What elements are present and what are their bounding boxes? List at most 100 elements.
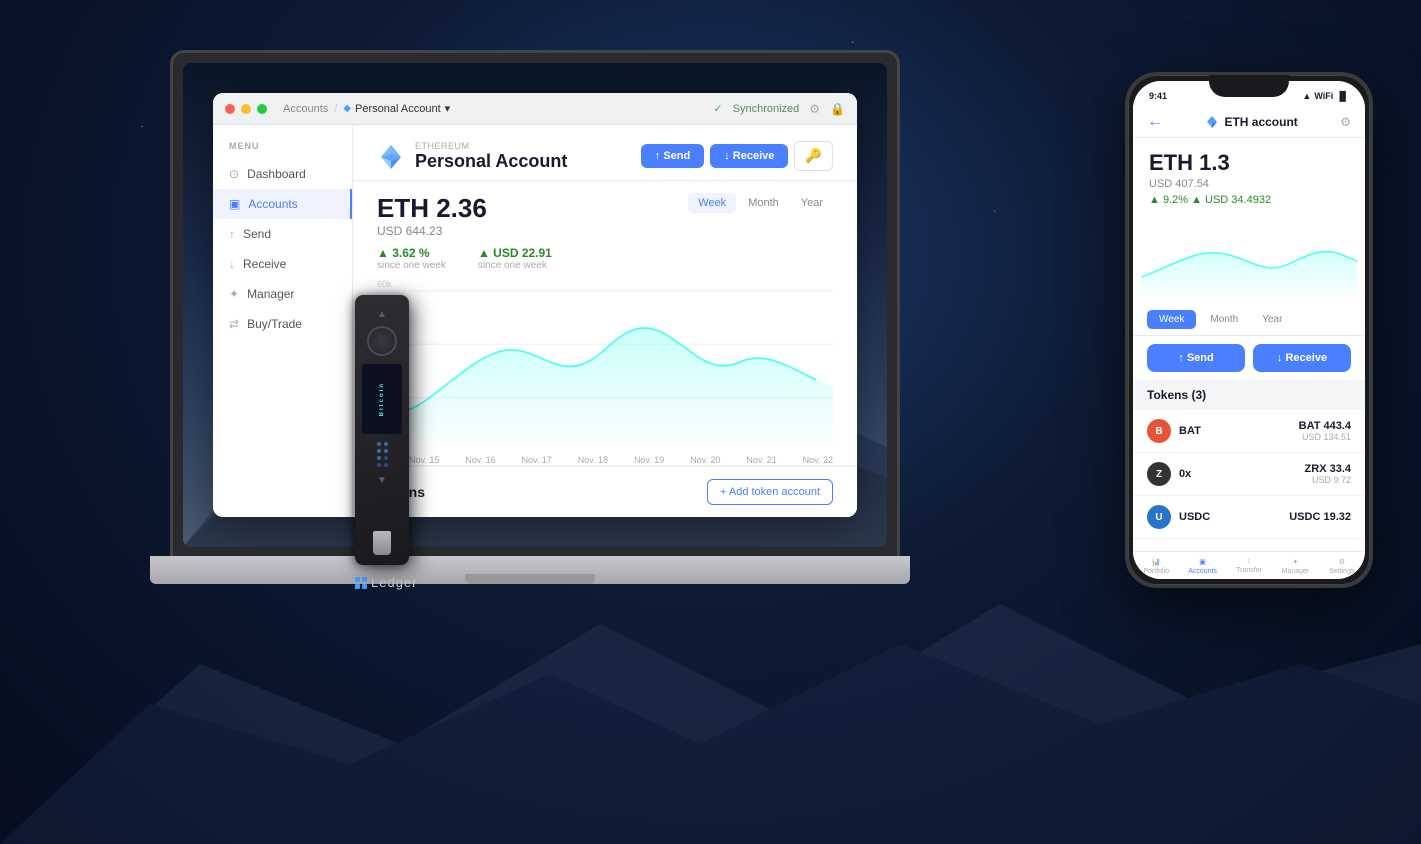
bat-token-values: BAT 443.4 USD 134.51 <box>1299 420 1351 442</box>
bat-token-name: BAT <box>1179 425 1201 437</box>
eth-breadcrumb-icon: ◆ <box>343 103 351 114</box>
device-dot <box>377 463 381 467</box>
nav-item-transfer[interactable]: ↕ Transfer <box>1226 558 1272 575</box>
phone-chart-svg <box>1141 222 1357 297</box>
laptop-base <box>150 556 910 584</box>
chart-tab-month[interactable]: Month <box>738 193 789 213</box>
phone-time: 9:41 <box>1149 91 1167 101</box>
stats-row: ▲ 3.62 % since one week ▲ USD 22.91 sinc… <box>377 238 833 279</box>
device-dot <box>384 456 388 460</box>
phone-wrapper: 9:41 ▲ WiFi ▐▌ ← ETH account <box>1125 72 1373 588</box>
phone-chart-tabs: Week Month Year <box>1133 306 1365 336</box>
coin-label: ETHEREUM <box>415 141 567 151</box>
nav-item-manager[interactable]: ✦ Manager <box>1272 558 1318 575</box>
device-dot <box>377 442 381 446</box>
phone-settings-icon[interactable]: ⚙ <box>1340 115 1351 129</box>
sidebar-item-receive[interactable]: ↓ Receive <box>213 249 352 279</box>
phone-tab-week[interactable]: Week <box>1147 310 1196 329</box>
stat-pct: ▲ 3.62 % since one week <box>377 246 446 271</box>
balance-row: ETH 2.36 USD 644.23 Week Month Year <box>377 193 833 238</box>
phone-send-button[interactable]: ↑ Send <box>1147 344 1245 372</box>
usdc-amount: USDC 19.32 <box>1289 511 1351 523</box>
device-dot <box>384 442 388 446</box>
device-main-button[interactable] <box>367 326 397 356</box>
minimize-button[interactable] <box>241 104 251 114</box>
phone-receive-button[interactable]: ↓ Receive <box>1253 344 1351 372</box>
device-up-icon[interactable]: ▲ <box>377 309 387 320</box>
device-dot <box>377 449 381 453</box>
sidebar-item-accounts[interactable]: ▣ Accounts <box>213 189 352 219</box>
app-window: Accounts / ◆ Personal Account ▾ ✓ Synchr… <box>213 93 857 517</box>
traffic-lights <box>225 104 267 114</box>
chart-tabs: Week Month Year <box>688 193 833 213</box>
phone-title: ETH account <box>1205 115 1297 129</box>
phone-title-text: ETH account <box>1224 115 1297 129</box>
phone-back-button[interactable]: ← <box>1147 113 1163 131</box>
nav-item-settings[interactable]: ⚙ Settings <box>1319 558 1365 575</box>
breadcrumb-accounts[interactable]: Accounts <box>283 103 328 115</box>
token-item-bat[interactable]: B BAT BAT 443.4 USD 134.51 <box>1133 410 1365 453</box>
chevron-down-icon: ▾ <box>445 102 451 115</box>
x-axis: Nov. 15 Nov. 16 Nov. 17 Nov. 18 Nov. 19 … <box>409 455 833 465</box>
change-usd-label: since one week <box>478 260 552 271</box>
usd-balance: USD 644.23 <box>377 224 487 238</box>
sidebar-item-dashboard[interactable]: ⊙ Dashboard <box>213 159 352 189</box>
phone-bottom-nav: 📊 Portfolio ▣ Accounts ↕ Transfer ✦ Mana… <box>1133 551 1365 579</box>
device-dots <box>377 442 388 467</box>
device-brand-area: Ledger <box>355 575 417 590</box>
chart-tab-year[interactable]: Year <box>791 193 833 213</box>
key-button[interactable]: 🔑 <box>794 141 833 171</box>
token-item-0x[interactable]: Z 0x ZRX 33.4 USD 9.72 <box>1133 453 1365 496</box>
chart-tab-week[interactable]: Week <box>688 193 736 213</box>
account-title-left: ETHEREUM Personal Account <box>377 141 567 172</box>
device-connector <box>373 531 391 555</box>
buytrade-icon: ⇄ <box>229 317 239 331</box>
x-label-3: Nov. 18 <box>578 455 608 465</box>
hardware-device: ▲ Bitcoin ▼ <box>355 295 409 565</box>
lock-icon[interactable]: 🔒 <box>830 102 845 116</box>
account-title-row: ETHEREUM Personal Account ↑ Send ↓ Recei… <box>377 141 833 172</box>
add-token-button[interactable]: + Add token account <box>707 479 833 505</box>
phone-notch <box>1209 75 1289 97</box>
accounts-nav-icon: ▣ <box>1199 558 1206 566</box>
nav-item-portfolio[interactable]: 📊 Portfolio <box>1133 558 1179 575</box>
account-header: ETHEREUM Personal Account ↑ Send ↓ Recei… <box>353 125 857 181</box>
sidebar-item-buytrade[interactable]: ⇄ Buy/Trade <box>213 309 352 339</box>
transfer-nav-icon: ↕ <box>1247 558 1251 565</box>
battery-icon: ▐▌ <box>1336 91 1349 101</box>
send-button[interactable]: ↑ Send <box>641 144 704 168</box>
close-button[interactable] <box>225 104 235 114</box>
wifi-icon: WiFi <box>1314 91 1333 101</box>
device-dot <box>384 449 388 453</box>
gear-icon[interactable]: ⚙ <box>809 102 820 116</box>
ledger-logo-icon <box>355 577 367 589</box>
0x-token-values: ZRX 33.4 USD 9.72 <box>1305 463 1351 485</box>
usdc-token-values: USDC 19.32 <box>1289 511 1351 523</box>
account-name: Personal Account <box>415 151 567 172</box>
change-pct-label: since one week <box>377 260 446 271</box>
sidebar-item-manager[interactable]: ✦ Manager <box>213 279 352 309</box>
phone-tokens-header: Tokens (3) <box>1133 380 1365 410</box>
device-brand-label: Ledger <box>371 575 417 590</box>
nav-item-accounts[interactable]: ▣ Accounts <box>1179 558 1225 575</box>
usdc-token-icon: U <box>1147 505 1171 529</box>
change-pct-value: ▲ 3.62 % <box>377 246 446 260</box>
device-dot <box>384 463 388 467</box>
phone-tab-month[interactable]: Month <box>1200 310 1248 329</box>
token-item-usdc[interactable]: U USDC USDC 19.32 <box>1133 496 1365 539</box>
0x-amount: ZRX 33.4 <box>1305 463 1351 475</box>
phone-tab-year[interactable]: Year <box>1252 310 1292 329</box>
sidebar-item-send[interactable]: ↑ Send <box>213 219 352 249</box>
bat-amount: BAT 443.4 <box>1299 420 1351 432</box>
device-down-icon[interactable]: ▼ <box>377 475 387 486</box>
device-dot <box>377 456 381 460</box>
bat-token-icon: B <box>1147 419 1171 443</box>
main-content: ETHEREUM Personal Account ↑ Send ↓ Recei… <box>353 125 857 517</box>
maximize-button[interactable] <box>257 104 267 114</box>
app-body: MENU ⊙ Dashboard ▣ Accounts ↑ Send <box>213 125 857 517</box>
receive-button[interactable]: ↓ Receive <box>710 144 788 168</box>
laptop-wrapper: Accounts / ◆ Personal Account ▾ ✓ Synchr… <box>130 50 950 630</box>
breadcrumb-sep: / <box>334 103 337 115</box>
dashboard-icon: ⊙ <box>229 167 239 181</box>
x-label-4: Nov. 19 <box>634 455 664 465</box>
